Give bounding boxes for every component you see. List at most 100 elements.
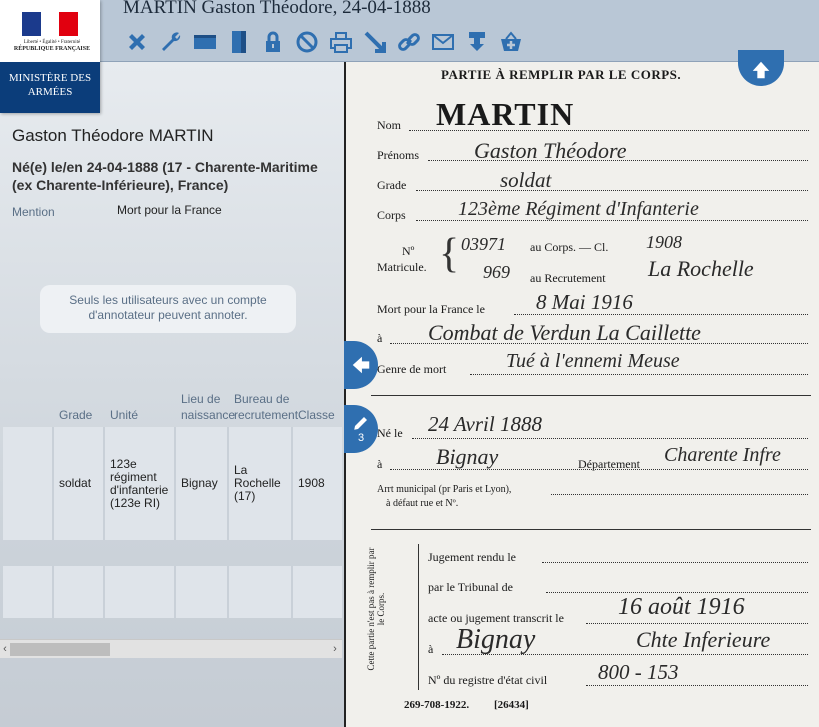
doc-heading: PARTIE À REMPLIR PAR LE CORPS. — [441, 67, 682, 82]
expand-icon[interactable] — [361, 29, 389, 55]
toolbar — [123, 29, 525, 55]
dotted-line — [409, 130, 809, 131]
table-row-empty[interactable] — [3, 566, 342, 618]
brace-glyph: { — [439, 231, 460, 277]
print-icon[interactable] — [327, 29, 355, 55]
doc-ne-lieu: Bignay — [436, 444, 499, 469]
mail-icon[interactable] — [429, 29, 457, 55]
document-viewer[interactable]: PARTIE À REMPLIR PAR LE CORPS. Nom MARTI… — [344, 62, 819, 727]
doc-jugement-label: Jugement rendu le — [428, 550, 516, 564]
doc-recrutement: La Rochelle — [648, 256, 754, 281]
fit-height-icon[interactable] — [225, 29, 253, 55]
table-cell-lieu: Bignay — [176, 427, 229, 540]
doc-dept: Charente Infre — [664, 444, 781, 466]
doc-no-label: Nº — [402, 244, 415, 258]
dotted-line — [470, 374, 808, 375]
doc-ne-a-label: à — [377, 457, 383, 471]
table-cell-bureau: La Rochelle (17) — [229, 427, 293, 540]
dotted-line — [586, 623, 808, 624]
table-cell — [54, 566, 105, 618]
scrollbar-thumb[interactable] — [10, 643, 110, 656]
table-cell — [3, 566, 54, 618]
doc-genre: Tué à l'ennemi Meuse — [506, 350, 680, 372]
dotted-line — [586, 685, 808, 686]
doc-genre-label: Genre de mort — [377, 362, 447, 376]
doc-corps-label: Corps — [377, 208, 406, 222]
header-bar: MARTIN Gaston Théodore, 24-04-1888 — [0, 0, 819, 62]
doc-nom: MARTIN — [436, 96, 575, 132]
table-cell-grade: soldat — [54, 427, 105, 540]
doc-acte-lieu: Bignay — [456, 624, 536, 655]
doc-prenoms-label: Prénoms — [377, 148, 419, 162]
dotted-line — [390, 469, 808, 470]
scroll-left-icon[interactable]: ‹ — [0, 640, 10, 659]
doc-grade-label: Grade — [377, 178, 407, 192]
republic-label: RÉPUBLIQUE FRANÇAISE — [13, 46, 91, 52]
doc-acte-a-label: à — [428, 642, 434, 656]
doc-au-corps-label: au Corps. — Cl. — [530, 240, 609, 254]
app-window: MARTIN Gaston Théodore, 24-04-1888 Liber… — [0, 0, 819, 727]
doc-a-label: à — [377, 331, 383, 345]
column-header-lieu[interactable]: Lieu de naissance — [181, 391, 235, 423]
ministry-name: MINISTÈRE DES ARMÉES — [0, 62, 100, 113]
dotted-line — [390, 343, 808, 344]
lock-icon[interactable] — [259, 29, 287, 55]
column-header-bureau[interactable]: Bureau de recrutement — [234, 391, 298, 423]
doc-ne-label: Né le — [377, 426, 403, 440]
birth-info: Né(e) le/en 24-04-1888 (17 - Charente-Ma… — [12, 159, 318, 193]
marianne-logo: Liberté • Égalité • Fraternité RÉPUBLIQU… — [4, 4, 96, 60]
info-panel-bg: Gaston Théodore MARTIN Né(e) le/en 24-04… — [0, 62, 344, 727]
ministry-logo[interactable]: Liberté • Égalité • Fraternité RÉPUBLIQU… — [0, 0, 100, 113]
dotted-line — [551, 494, 808, 495]
column-header-classe[interactable]: Classe — [298, 407, 335, 423]
table-row[interactable]: soldat 123e régiment d'infanterie (123e … — [3, 427, 342, 540]
table-cell-unite: 123e régiment d'infanterie (123e RI) — [105, 427, 176, 540]
page-title: MARTIN Gaston Théodore, 24-04-1888 — [123, 0, 431, 18]
mention-label: Mention — [12, 205, 55, 219]
doc-acte-dept: Chte Inferieure — [636, 627, 771, 652]
dotted-line — [428, 160, 808, 161]
table-cell — [229, 566, 293, 618]
dotted-line — [542, 562, 808, 563]
basket-icon[interactable] — [497, 29, 525, 55]
dotted-line — [514, 314, 808, 315]
table-cell — [293, 566, 342, 618]
dotted-line — [546, 592, 808, 593]
arrow-left-icon — [352, 356, 370, 374]
doc-matricule-rec: 969 — [483, 262, 510, 282]
link-icon[interactable] — [395, 29, 423, 55]
doc-nom-label: Nom — [377, 118, 401, 132]
column-header-grade[interactable]: Grade — [59, 407, 92, 423]
doc-registre-label: Nº du registre d'état civil — [428, 673, 548, 687]
doc-tribunal-label: par le Tribunal de — [428, 580, 513, 594]
doc-corps: 123ème Régiment d'Infanterie — [458, 198, 699, 220]
annotator-notice: Seuls les utilisateurs avec un compte d'… — [40, 285, 296, 333]
doc-acte-date: 16 août 1916 — [618, 594, 745, 620]
flag-icon — [22, 12, 79, 36]
section-divider — [371, 395, 811, 396]
dotted-line — [442, 654, 808, 655]
doc-side-note: Cette partie n'est pas à remplir par le … — [366, 547, 386, 671]
person-name: Gaston Théodore MARTIN — [12, 126, 214, 145]
mention-value: Mort pour la France — [117, 203, 222, 217]
table-header: Grade Unité Lieu de naissance Bureau de … — [0, 382, 342, 426]
doc-matricule-corps: 03971 — [461, 234, 506, 254]
doc-au-recrutement-label: au Recrutement — [530, 271, 606, 285]
doc-matricule-label: Matricule. — [377, 260, 427, 274]
doc-mort-label: Mort pour la France le — [377, 302, 485, 316]
close-icon[interactable] — [123, 29, 151, 55]
arrow-up-icon — [752, 61, 770, 79]
block-icon[interactable] — [293, 29, 321, 55]
column-header-unite[interactable]: Unité — [110, 407, 138, 423]
dotted-line — [412, 438, 808, 439]
records-table: Grade Unité Lieu de naissance Bureau de … — [0, 382, 342, 627]
fit-width-icon[interactable] — [191, 29, 219, 55]
download-icon[interactable] — [463, 29, 491, 55]
scroll-right-icon[interactable]: › — [330, 640, 340, 659]
doc-classe: 1908 — [646, 232, 682, 252]
motto-text: Liberté • Égalité • Fraternité — [23, 40, 81, 45]
wrench-icon[interactable] — [157, 29, 185, 55]
info-panel: Gaston Théodore MARTIN Né(e) le/en 24-04… — [0, 62, 344, 727]
horizontal-scrollbar[interactable]: ‹ › — [0, 639, 342, 658]
dotted-line — [416, 220, 808, 221]
